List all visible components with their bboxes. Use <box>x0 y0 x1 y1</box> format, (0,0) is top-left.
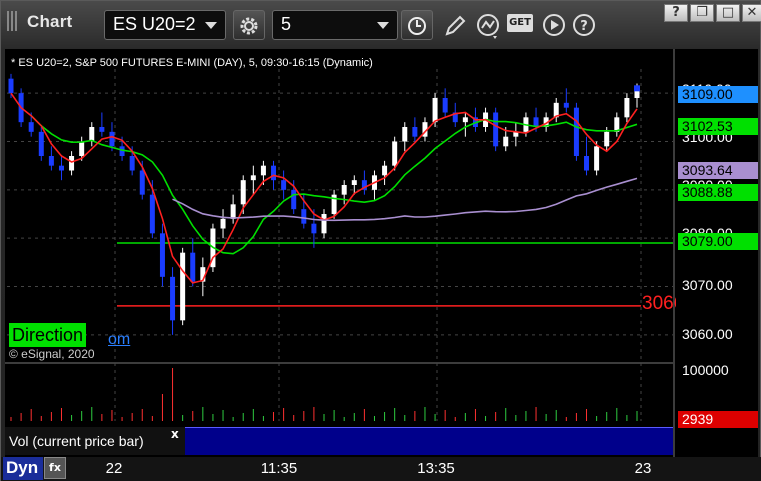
pencil-draw-icon[interactable] <box>441 12 469 40</box>
fast-ma-tag: 3102.53 <box>678 118 758 135</box>
candle <box>462 117 468 123</box>
level-label: 3066 <box>642 293 676 314</box>
candle <box>230 204 236 219</box>
candle <box>8 78 14 94</box>
candle <box>442 98 448 113</box>
price-chart[interactable]: * ES U20=2, S&P 500 FUTURES E-MINI (DAY)… <box>5 49 758 457</box>
last-price-tag: 3109.00 <box>678 86 758 103</box>
slow-ma-tag: 3088.88 <box>678 184 758 201</box>
candle <box>220 218 226 229</box>
price-plot[interactable] <box>5 49 758 457</box>
help-icon[interactable]: ? <box>571 12 599 40</box>
chart-settings-button[interactable] <box>233 10 265 40</box>
candle <box>69 156 75 171</box>
candle <box>341 185 347 195</box>
chevron-down-icon[interactable] <box>377 22 389 29</box>
candle <box>503 136 509 147</box>
candle <box>624 98 630 118</box>
settings-gear-icon <box>240 17 258 35</box>
interval-value: 5 <box>281 14 292 34</box>
play-icon[interactable] <box>541 12 569 40</box>
candle <box>48 156 54 166</box>
candle <box>129 156 135 171</box>
long-ma-tag: 3093.64 <box>678 162 758 179</box>
copyright: © eSignal, 2020 <box>9 347 95 361</box>
x-axis-label: 23 <box>634 460 652 477</box>
candle <box>79 141 85 156</box>
candle <box>240 180 246 205</box>
symbol-combobox[interactable]: ES U20=2 <box>104 10 226 40</box>
candle <box>493 112 499 147</box>
chart-window: Chart ES U20=2 5 GET ? ? ❐ □ ✕ * ES U20=… <box>0 0 761 481</box>
window-title: Chart <box>27 12 73 31</box>
title-toolbar: Chart ES U20=2 5 GET ? ? ❐ □ ✕ <box>1 1 761 47</box>
candle <box>594 146 600 171</box>
level-tag: 3079.00 <box>678 233 758 250</box>
x-axis-label: 11:35 <box>260 460 298 477</box>
svg-text:?: ? <box>580 19 588 34</box>
window-close-button[interactable]: ✕ <box>742 4 761 22</box>
candle <box>250 175 256 181</box>
fast-ma-line <box>10 92 638 284</box>
candle <box>99 127 105 132</box>
y-tick-label: 3060.00 <box>682 326 733 342</box>
window-help-button[interactable]: ? <box>664 4 688 22</box>
volume-tick-label: 100000 <box>682 362 729 378</box>
candle <box>28 122 34 132</box>
clock-icon <box>408 17 426 35</box>
interval-combobox[interactable]: 5 <box>272 10 398 40</box>
candle <box>190 252 196 282</box>
candle <box>392 141 398 166</box>
candle <box>382 165 388 176</box>
candle <box>402 127 408 142</box>
candle <box>170 276 176 321</box>
last-price-marker <box>634 85 640 92</box>
candle <box>38 131 44 156</box>
volume-label: Vol (current price bar) <box>9 433 144 449</box>
close-icon[interactable]: x <box>171 427 179 441</box>
candle <box>281 180 287 190</box>
candle <box>301 209 307 224</box>
candle <box>109 131 115 147</box>
candle <box>311 223 317 234</box>
get-data-icon[interactable]: GET <box>507 14 533 32</box>
candle <box>149 194 155 234</box>
study-wave-icon[interactable] <box>475 12 503 40</box>
candle <box>139 170 145 195</box>
candle <box>432 98 438 123</box>
formula-icon[interactable]: fx <box>44 457 66 479</box>
chart-header: * ES U20=2, S&P 500 FUTURES E-MINI (DAY)… <box>11 57 373 69</box>
y-tick-label: 3070.00 <box>682 277 733 293</box>
candle <box>584 156 590 171</box>
x-axis-label: 13:35 <box>417 460 455 477</box>
candle <box>159 233 165 277</box>
candle <box>89 127 95 142</box>
candle <box>180 252 186 321</box>
volume-tag: 2939 <box>678 411 758 428</box>
time-button[interactable] <box>401 10 433 40</box>
direction-label: Direction <box>9 323 87 347</box>
candle <box>260 165 266 176</box>
candle <box>412 127 418 137</box>
candle <box>604 131 610 147</box>
candle <box>351 180 357 185</box>
x-axis-label: 22 <box>105 460 123 477</box>
window-restore-button[interactable]: ❐ <box>690 4 714 22</box>
candle <box>271 165 277 181</box>
chevron-down-icon[interactable] <box>205 22 217 29</box>
candle <box>563 102 569 108</box>
drag-grip-icon[interactable] <box>7 11 17 31</box>
candle <box>573 107 579 156</box>
dynamic-button[interactable]: Dyn <box>3 457 43 480</box>
window-maximize-button[interactable]: □ <box>716 4 740 22</box>
candle <box>291 189 297 210</box>
direction-link[interactable]: om <box>108 331 130 349</box>
symbol-value: ES U20=2 <box>113 14 196 34</box>
candle <box>321 214 327 234</box>
candle <box>58 165 64 171</box>
slow-ma-line <box>30 115 638 255</box>
volume-scrollbar[interactable] <box>185 427 673 455</box>
